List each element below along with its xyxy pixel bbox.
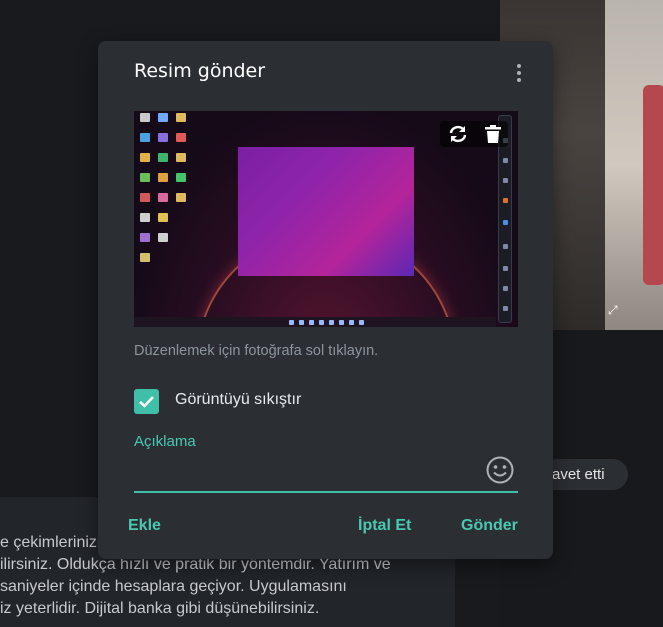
delete-icon[interactable]	[484, 124, 502, 144]
checkmark-icon	[139, 396, 154, 408]
background-phone-shape	[643, 85, 663, 285]
image-preview[interactable]	[134, 111, 518, 327]
compress-checkbox[interactable]	[134, 389, 159, 414]
invite-status-pill: avet etti	[540, 459, 628, 490]
send-image-dialog: Resim gönder Düzenlemek için fotoğrafa s…	[98, 41, 553, 559]
expand-icon[interactable]: ⤢	[608, 303, 622, 317]
desktop-icons-column	[156, 113, 170, 253]
dialog-title: Resim gönder	[134, 60, 266, 82]
image-edit-controls	[440, 121, 508, 147]
edit-hint: Düzenlemek için fotoğrafa sol tıklayın.	[134, 343, 379, 359]
compress-label[interactable]: Görüntüyü sıkıştır	[175, 391, 301, 409]
caption-input[interactable]	[134, 451, 518, 493]
add-button[interactable]: Ekle	[128, 517, 161, 535]
desktop-icons-column	[174, 113, 188, 213]
cancel-button[interactable]: İptal Et	[358, 517, 411, 535]
desktop-icons-column	[138, 113, 152, 273]
rotate-icon[interactable]	[446, 124, 470, 144]
send-button[interactable]: Gönder	[461, 517, 518, 535]
message-line: iz yeterlidir. Dijital banka gibi düşüne…	[0, 600, 320, 617]
preview-taskbar	[134, 317, 496, 327]
message-line: saniyeler içinde hesaplara geçiyor. Uygu…	[0, 578, 347, 595]
caption-label: Açıklama	[134, 433, 196, 450]
emoji-icon[interactable]	[485, 455, 515, 485]
preview-window	[238, 147, 414, 276]
more-vertical-icon[interactable]	[514, 64, 524, 88]
